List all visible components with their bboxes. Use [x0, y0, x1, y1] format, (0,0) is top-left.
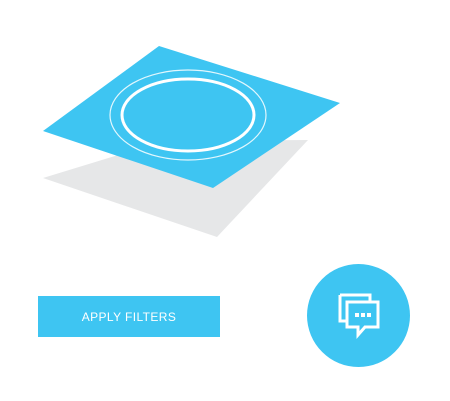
- layered-plane-illustration: [43, 46, 340, 237]
- chat-button[interactable]: [307, 264, 410, 367]
- chat-bubbles-icon: [338, 293, 379, 339]
- apply-filters-label: APPLY FILTERS: [81, 309, 177, 324]
- apply-filters-button[interactable]: APPLY FILTERS: [38, 296, 220, 337]
